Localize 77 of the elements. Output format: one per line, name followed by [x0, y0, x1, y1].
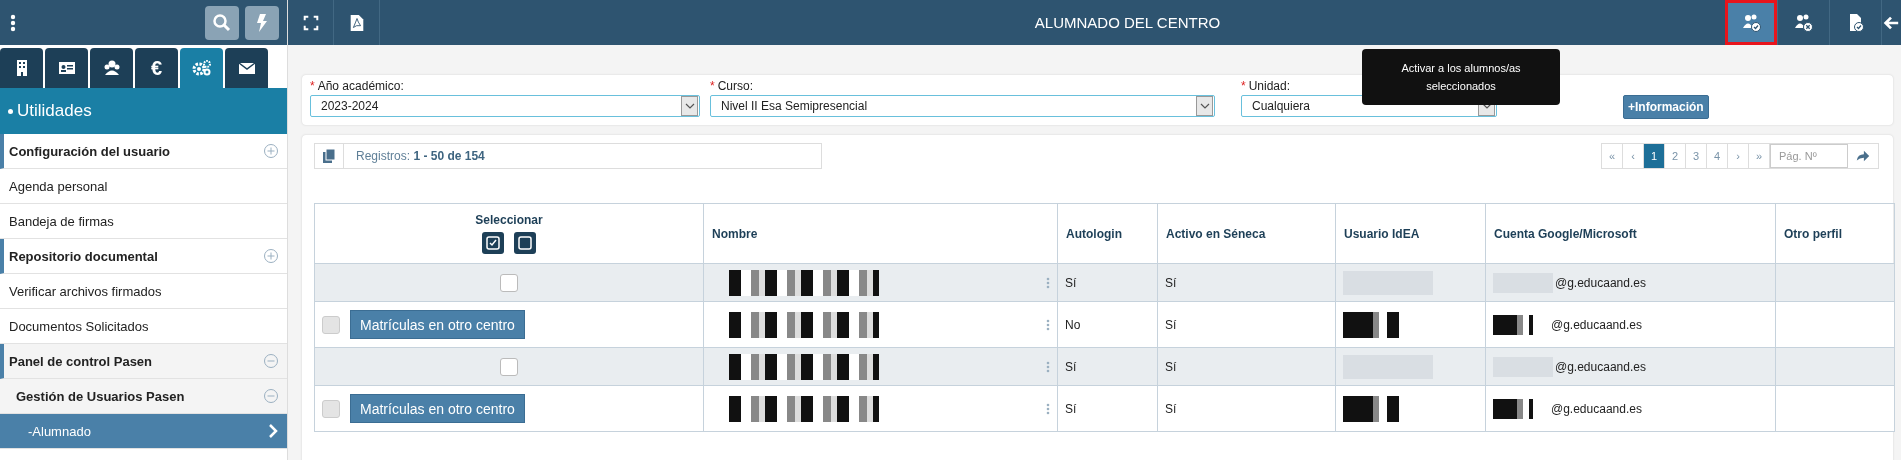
- column-header: Otro perfil: [1775, 203, 1895, 264]
- table-cell: Sí: [1057, 263, 1158, 302]
- required-mark: *: [310, 79, 315, 93]
- kebab-icon: [1046, 318, 1050, 331]
- menu-item[interactable]: -Alumnado: [0, 414, 287, 449]
- sidebar-tab[interactable]: [45, 48, 88, 88]
- menu-group[interactable]: Repositorio documental: [0, 239, 287, 274]
- checkbox-empty-icon: [517, 235, 533, 251]
- column-header: Usuario IdEA: [1335, 203, 1486, 264]
- sidebar-tab[interactable]: [225, 48, 268, 88]
- kebab-icon: [1046, 276, 1050, 289]
- tooltip: Activar a los alumnos/as seleccionados: [1362, 49, 1560, 105]
- column-header: Activo en Séneca: [1157, 203, 1336, 264]
- records-count: Registros: 1 - 50 de 154: [355, 149, 485, 163]
- redacted-block: [1493, 314, 1533, 335]
- chevron-down-icon: [1199, 102, 1210, 110]
- chevron-right-icon: [267, 423, 279, 439]
- quick-action-button[interactable]: [245, 5, 279, 40]
- chevron-down-icon: [1481, 102, 1492, 110]
- search-icon: [212, 12, 232, 33]
- expand-icon: [263, 143, 279, 159]
- expand-icon: [263, 248, 279, 264]
- table-cell: Sí: [1157, 347, 1336, 386]
- copy-icon: [321, 148, 337, 164]
- required-mark: *: [710, 79, 715, 93]
- menu-icon: [10, 13, 16, 32]
- sidebar-tab[interactable]: [0, 48, 43, 88]
- collapse-icon: [263, 353, 279, 369]
- sidebar-tab[interactable]: [90, 48, 133, 88]
- table-cell: No: [1057, 301, 1158, 348]
- menu-group[interactable]: Gestión de Usuarios Pasen: [0, 379, 287, 414]
- checkbox-checked-icon: [485, 235, 501, 251]
- redacted-block: [1343, 311, 1399, 338]
- select-field[interactable]: Nivel II Esa Semipresencial: [710, 95, 1215, 117]
- column-header: Nombre: [703, 203, 1058, 264]
- column-header: Seleccionar: [474, 213, 544, 227]
- email-text: @g.educaand.es: [1551, 317, 1642, 332]
- info-button[interactable]: +Información: [1623, 95, 1709, 119]
- chevron-down-icon: [684, 102, 695, 110]
- email-text: @g.educaand.es: [1555, 275, 1646, 290]
- page-number-field[interactable]: Pág. Nº: [1770, 144, 1848, 168]
- redacted-block: [1493, 398, 1533, 419]
- search-button[interactable]: [205, 5, 239, 40]
- kebab-icon: [1046, 402, 1050, 415]
- select-field[interactable]: 2023-2024: [310, 95, 700, 117]
- required-mark: *: [1241, 79, 1246, 93]
- field-label: * Curso:: [710, 79, 754, 93]
- column-header: Cuenta Google/Microsoft: [1485, 203, 1776, 264]
- field-label: * Año académico:: [310, 79, 405, 93]
- user-check-icon: [1741, 12, 1762, 33]
- menu-group[interactable]: Configuración del usuario: [0, 134, 287, 169]
- table-cell: Sí: [1057, 385, 1158, 432]
- table-cell: Sí: [1157, 263, 1336, 302]
- email-text: @g.educaand.es: [1555, 359, 1646, 374]
- section-header: Utilidades: [0, 88, 287, 134]
- table-cell: Sí: [1057, 347, 1158, 386]
- page-button[interactable]: 1: [1644, 144, 1665, 168]
- select-all-button[interactable]: [482, 232, 504, 254]
- user-remove-icon: [1793, 12, 1814, 33]
- share-arrow-icon: [1855, 148, 1871, 164]
- sidebar-tab[interactable]: €: [135, 48, 178, 88]
- fullscreen-icon: [301, 13, 320, 32]
- menu-group[interactable]: Panel de control Pasen: [0, 344, 287, 379]
- gears-icon: [191, 58, 212, 78]
- redacted-block: [1343, 395, 1399, 422]
- table-cell: Sí: [1157, 385, 1336, 432]
- table-cell: Sí: [1157, 301, 1336, 348]
- kebab-icon: [1046, 360, 1050, 373]
- window-title: ALUMNADO DEL CENTRO: [1033, 13, 1222, 33]
- collapse-icon: [263, 388, 279, 404]
- email-text: @g.educaand.es: [1551, 401, 1642, 416]
- column-header: Autologin: [1057, 203, 1158, 264]
- row-checkbox[interactable]: [500, 273, 518, 292]
- back-button[interactable]: [1881, 0, 1901, 45]
- activate-users-button[interactable]: [1725, 0, 1777, 45]
- row-checkbox[interactable]: [500, 357, 518, 376]
- deselect-all-button[interactable]: [514, 232, 536, 254]
